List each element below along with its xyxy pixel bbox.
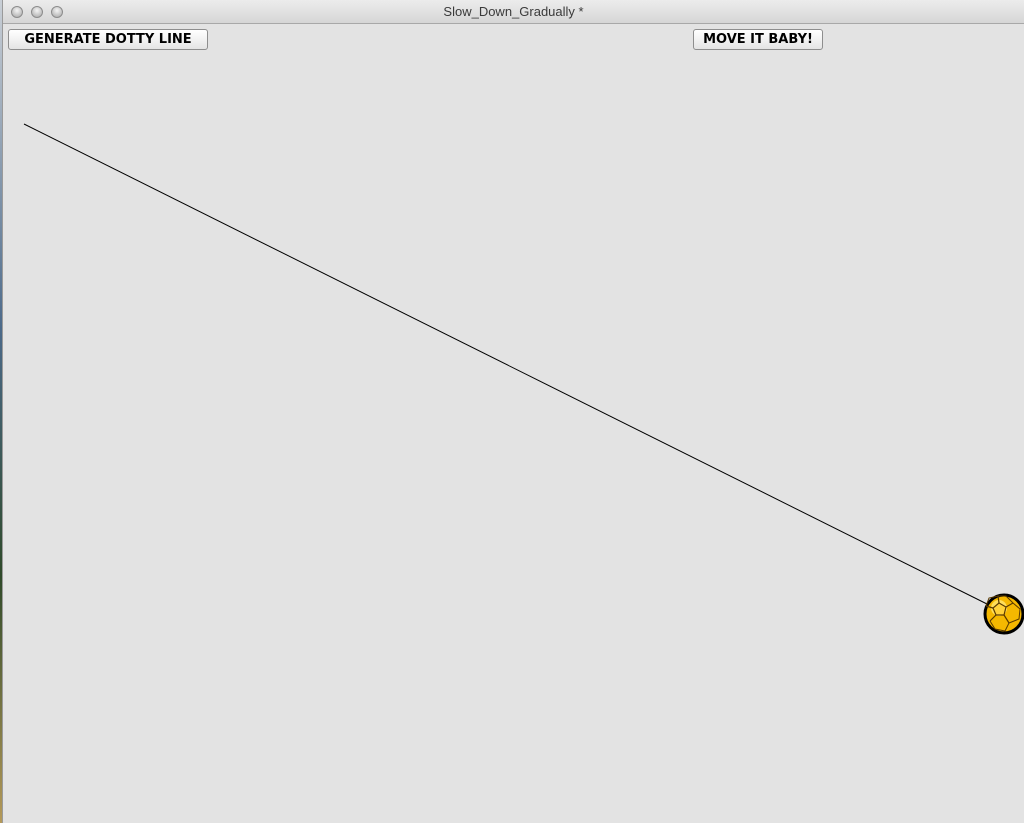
trajectory-line xyxy=(23,123,990,606)
app-window: Slow_Down_Gradually * GENERATE DOTTY LIN… xyxy=(2,0,1024,823)
window-title: Slow_Down_Gradually * xyxy=(443,4,584,19)
drawing-canvas[interactable] xyxy=(3,25,1024,823)
soccer-ball-icon xyxy=(983,593,1024,635)
title-bar[interactable]: Slow_Down_Gradually * xyxy=(3,0,1024,24)
